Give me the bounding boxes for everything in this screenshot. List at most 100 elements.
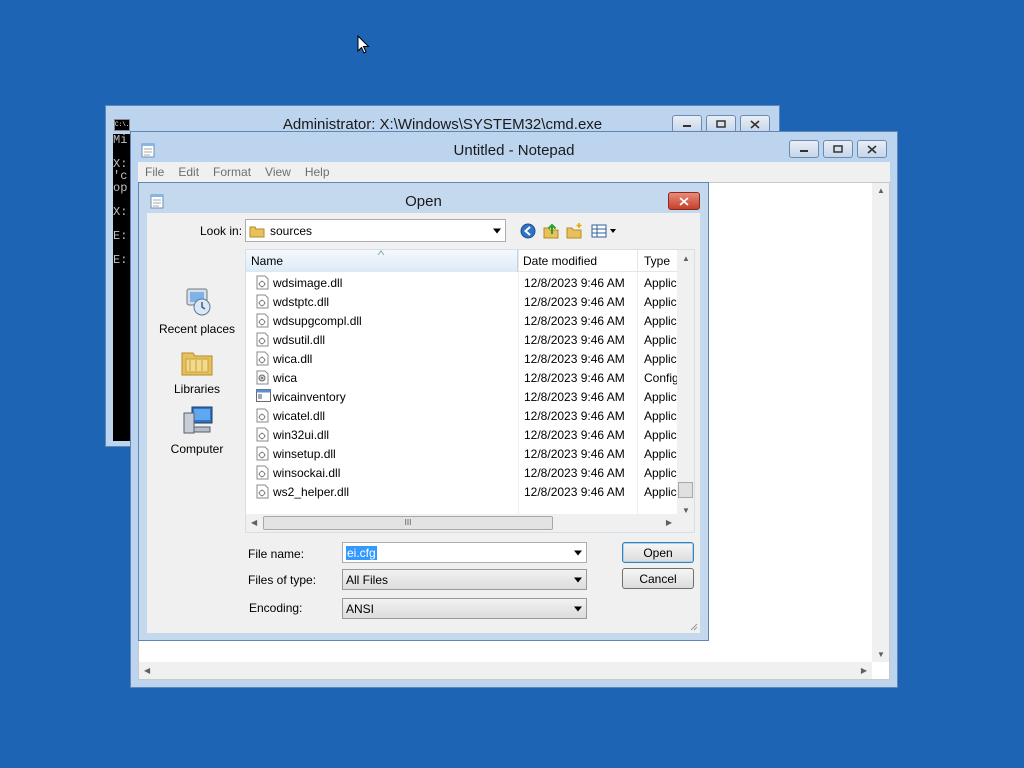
scroll-left-icon[interactable]: ◀: [251, 518, 257, 527]
scrollbar-thumb[interactable]: [678, 482, 693, 498]
scrollbar-thumb[interactable]: III: [263, 516, 553, 530]
column-header-date[interactable]: Date modified: [523, 254, 597, 268]
file-date: 12/8/2023 9:46 AM: [524, 276, 625, 290]
file-row[interactable]: wdstptc.dll 12/8/2023 9:46 AM Applic: [246, 292, 677, 311]
column-header-name-label: Name: [251, 254, 284, 268]
scroll-left-icon[interactable]: ◀: [144, 666, 150, 675]
mouse-cursor-icon: [357, 35, 370, 54]
place-label: Recent places: [158, 322, 236, 336]
dialog-title: Open: [405, 193, 442, 210]
dll-file-icon: [256, 275, 269, 290]
notepad-menubar: File Edit Format View Help: [138, 162, 890, 182]
file-row[interactable]: wdsupgcompl.dll 12/8/2023 9:46 AM Applic: [246, 311, 677, 330]
file-name: win32ui.dll: [273, 428, 330, 442]
file-row[interactable]: wicatel.dll 12/8/2023 9:46 AM Applic: [246, 406, 677, 425]
file-name: wdsutil.dll: [273, 333, 326, 347]
file-name: wdsimage.dll: [273, 276, 343, 290]
cancel-button[interactable]: Cancel: [622, 568, 694, 589]
exe-file-icon: [256, 389, 271, 404]
config-file-icon: [256, 370, 269, 385]
scroll-up-icon[interactable]: ▲: [682, 254, 690, 263]
minimize-icon: [800, 150, 808, 152]
list-horizontal-scrollbar[interactable]: ◀ III ▶: [246, 514, 694, 532]
notepad-vertical-scrollbar[interactable]: ▲ ▼: [872, 183, 889, 662]
file-name: wicainventory: [273, 390, 346, 404]
open-button[interactable]: Open: [622, 542, 694, 563]
close-icon: [750, 119, 760, 129]
file-type: Applic: [644, 352, 677, 366]
dialog-close-button[interactable]: [668, 192, 700, 210]
encoding-select[interactable]: ANSI: [342, 598, 587, 619]
menu-file[interactable]: File: [138, 165, 171, 179]
file-row[interactable]: wica.dll 12/8/2023 9:46 AM Applic: [246, 349, 677, 368]
libraries-icon: [181, 352, 213, 376]
chevron-down-icon[interactable]: [574, 606, 582, 611]
file-name: wicatel.dll: [273, 409, 326, 423]
place-recent-places[interactable]: Recent places: [147, 285, 247, 336]
file-row[interactable]: winsetup.dll 12/8/2023 9:46 AM Applic: [246, 444, 677, 463]
notepad-maximize-button[interactable]: [823, 140, 853, 158]
file-list[interactable]: Name Date modified Type wdsimage.dll 12/8…: [245, 249, 695, 533]
files-of-type-value: All Files: [346, 572, 389, 587]
file-row[interactable]: wdsutil.dll 12/8/2023 9:46 AM Applic: [246, 330, 677, 349]
open-dialog[interactable]: Open Look in: sources Recent places Libr…: [138, 182, 709, 641]
notepad-horizontal-scrollbar[interactable]: ◀ ▶: [139, 662, 872, 679]
dll-file-icon: [256, 408, 269, 423]
file-type: Config: [644, 371, 679, 385]
file-date: 12/8/2023 9:46 AM: [524, 390, 625, 404]
chevron-down-icon[interactable]: [574, 550, 582, 555]
files-of-type-select[interactable]: All Files: [342, 569, 587, 590]
notepad-minimize-button[interactable]: [789, 140, 819, 158]
file-row[interactable]: wica 12/8/2023 9:46 AM Config: [246, 368, 679, 387]
file-type: Applic: [644, 409, 677, 423]
file-type: Applic: [644, 428, 677, 442]
scroll-right-icon[interactable]: ▶: [666, 518, 672, 527]
file-name: wdsupgcompl.dll: [273, 314, 362, 328]
look-in-combo[interactable]: sources: [245, 219, 506, 242]
encoding-value: ANSI: [346, 601, 375, 616]
list-header: Name Date modified Type: [246, 250, 694, 272]
dll-file-icon: [256, 294, 269, 309]
column-header-type[interactable]: Type: [644, 254, 670, 268]
dll-file-icon: [256, 427, 269, 442]
scroll-up-icon[interactable]: ▲: [877, 186, 885, 195]
file-row[interactable]: wdsimage.dll 12/8/2023 9:46 AM Applic: [246, 273, 677, 292]
file-date: 12/8/2023 9:46 AM: [524, 447, 625, 461]
up-folder-icon[interactable]: [543, 222, 560, 239]
menu-help[interactable]: Help: [298, 165, 337, 179]
menu-view[interactable]: View: [258, 165, 298, 179]
column-separator[interactable]: [637, 250, 638, 272]
file-name: wica: [273, 371, 298, 385]
file-date: 12/8/2023 9:46 AM: [524, 371, 625, 385]
dll-file-icon: [256, 484, 269, 499]
notepad-title: Untitled - Notepad: [453, 142, 575, 159]
file-name: winsetup.dll: [273, 447, 336, 461]
view-menu-icon[interactable]: [591, 224, 617, 238]
look-in-value: sources: [270, 223, 313, 238]
chevron-down-icon[interactable]: [574, 577, 582, 582]
menu-edit[interactable]: Edit: [171, 165, 206, 179]
back-icon[interactable]: [520, 223, 536, 239]
place-computer[interactable]: Computer: [147, 405, 247, 456]
file-name-input[interactable]: ei.cfg: [346, 545, 377, 560]
file-type: Applic: [644, 314, 677, 328]
new-folder-icon[interactable]: [566, 222, 583, 239]
file-row[interactable]: winsockai.dll 12/8/2023 9:46 AM Applic: [246, 463, 677, 482]
scroll-right-icon[interactable]: ▶: [861, 666, 867, 675]
file-row[interactable]: ws2_helper.dll 12/8/2023 9:46 AM Applic: [246, 482, 677, 501]
list-vertical-scrollbar[interactable]: ▲ ▼: [677, 250, 694, 516]
close-icon: [679, 196, 689, 206]
scroll-down-icon[interactable]: ▼: [877, 650, 885, 659]
file-row[interactable]: wicainventory 12/8/2023 9:46 AM Applic: [246, 387, 677, 406]
folder-icon: [249, 226, 265, 237]
computer-icon: [183, 406, 213, 434]
column-separator[interactable]: [518, 250, 519, 272]
file-row[interactable]: win32ui.dll 12/8/2023 9:46 AM Applic: [246, 425, 677, 444]
place-libraries[interactable]: Libraries: [147, 345, 247, 396]
file-name-combo[interactable]: ei.cfg: [342, 542, 587, 563]
menu-format[interactable]: Format: [206, 165, 258, 179]
chevron-down-icon[interactable]: [493, 228, 501, 233]
notepad-close-button[interactable]: [857, 140, 887, 158]
resize-grip-icon[interactable]: [688, 621, 698, 631]
file-type: Applic: [644, 447, 677, 461]
